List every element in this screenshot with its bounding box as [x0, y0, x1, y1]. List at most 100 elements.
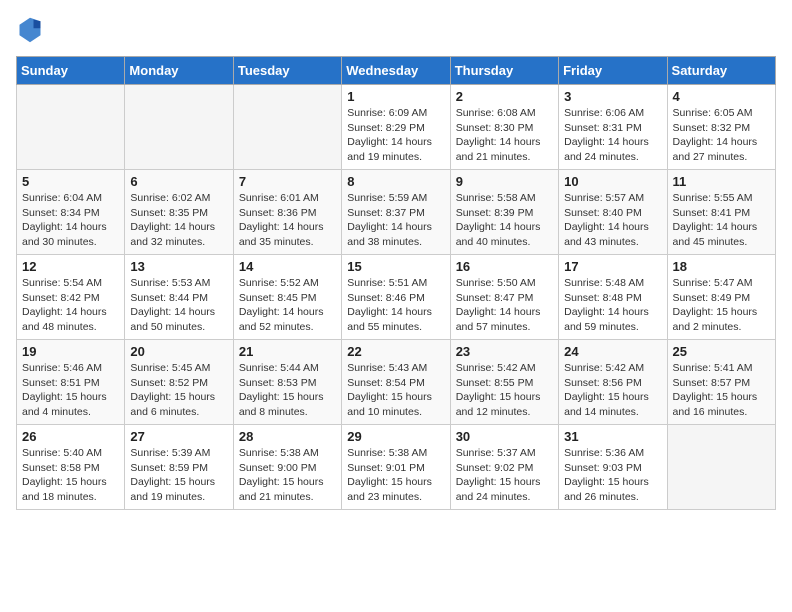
- day-header-monday: Monday: [125, 57, 233, 85]
- day-number: 15: [347, 259, 444, 274]
- day-info: Sunrise: 5:39 AMSunset: 8:59 PMDaylight:…: [130, 446, 227, 505]
- day-number: 17: [564, 259, 661, 274]
- day-cell: 11 Sunrise: 5:55 AMSunset: 8:41 PMDayligh…: [667, 170, 775, 255]
- day-cell: [233, 85, 341, 170]
- day-number: 21: [239, 344, 336, 359]
- day-info: Sunrise: 6:06 AMSunset: 8:31 PMDaylight:…: [564, 106, 661, 165]
- day-info: Sunrise: 5:43 AMSunset: 8:54 PMDaylight:…: [347, 361, 444, 420]
- day-info: Sunrise: 5:47 AMSunset: 8:49 PMDaylight:…: [673, 276, 770, 335]
- week-row-5: 26 Sunrise: 5:40 AMSunset: 8:58 PMDayligh…: [17, 425, 776, 510]
- week-row-3: 12 Sunrise: 5:54 AMSunset: 8:42 PMDayligh…: [17, 255, 776, 340]
- day-cell: 1 Sunrise: 6:09 AMSunset: 8:29 PMDaylight…: [342, 85, 450, 170]
- day-number: 16: [456, 259, 553, 274]
- day-cell: 13 Sunrise: 5:53 AMSunset: 8:44 PMDayligh…: [125, 255, 233, 340]
- day-cell: 6 Sunrise: 6:02 AMSunset: 8:35 PMDaylight…: [125, 170, 233, 255]
- day-number: 30: [456, 429, 553, 444]
- day-number: 31: [564, 429, 661, 444]
- day-cell: 7Sunrise: 6:01 AMSunset: 8:36 PMDaylight…: [233, 170, 341, 255]
- day-cell: 23 Sunrise: 5:42 AMSunset: 8:55 PMDayligh…: [450, 340, 558, 425]
- day-number: 10: [564, 174, 661, 189]
- day-cell: 25 Sunrise: 5:41 AMSunset: 8:57 PMDayligh…: [667, 340, 775, 425]
- day-cell: 29 Sunrise: 5:38 AMSunset: 9:01 PMDayligh…: [342, 425, 450, 510]
- day-info: Sunrise: 5:36 AMSunset: 9:03 PMDaylight:…: [564, 446, 661, 505]
- day-cell: 18 Sunrise: 5:47 AMSunset: 8:49 PMDayligh…: [667, 255, 775, 340]
- day-info: Sunrise: 5:57 AMSunset: 8:40 PMDaylight:…: [564, 191, 661, 250]
- day-number: 27: [130, 429, 227, 444]
- day-info: Sunrise: 5:46 AMSunset: 8:51 PMDaylight:…: [22, 361, 119, 420]
- day-cell: 2Sunrise: 6:08 AMSunset: 8:30 PMDaylight…: [450, 85, 558, 170]
- day-cell: 19 Sunrise: 5:46 AMSunset: 8:51 PMDayligh…: [17, 340, 125, 425]
- day-number: 28: [239, 429, 336, 444]
- day-number: 7: [239, 174, 336, 189]
- day-header-tuesday: Tuesday: [233, 57, 341, 85]
- day-cell: 12 Sunrise: 5:54 AMSunset: 8:42 PMDayligh…: [17, 255, 125, 340]
- day-number: 5: [22, 174, 119, 189]
- day-number: 23: [456, 344, 553, 359]
- day-number: 4: [673, 89, 770, 104]
- day-number: 6: [130, 174, 227, 189]
- page-header: [16, 16, 776, 44]
- day-header-sunday: Sunday: [17, 57, 125, 85]
- day-header-friday: Friday: [559, 57, 667, 85]
- day-number: 8: [347, 174, 444, 189]
- day-info: Sunrise: 5:40 AMSunset: 8:58 PMDaylight:…: [22, 446, 119, 505]
- day-info: Sunrise: 5:54 AMSunset: 8:42 PMDaylight:…: [22, 276, 119, 335]
- day-info: Sunrise: 5:45 AMSunset: 8:52 PMDaylight:…: [130, 361, 227, 420]
- calendar-table: SundayMondayTuesdayWednesdayThursdayFrid…: [16, 56, 776, 510]
- day-cell: [125, 85, 233, 170]
- day-info: Sunrise: 6:08 AMSunset: 8:30 PMDaylight:…: [456, 106, 553, 165]
- day-cell: 9 Sunrise: 5:58 AMSunset: 8:39 PMDaylight…: [450, 170, 558, 255]
- day-header-saturday: Saturday: [667, 57, 775, 85]
- day-number: 26: [22, 429, 119, 444]
- day-number: 18: [673, 259, 770, 274]
- day-cell: 28 Sunrise: 5:38 AMSunset: 9:00 PMDayligh…: [233, 425, 341, 510]
- day-info: Sunrise: 5:55 AMSunset: 8:41 PMDaylight:…: [673, 191, 770, 250]
- day-cell: 5 Sunrise: 6:04 AMSunset: 8:34 PMDaylight…: [17, 170, 125, 255]
- day-info: Sunrise: 5:51 AMSunset: 8:46 PMDaylight:…: [347, 276, 444, 335]
- day-info: Sunrise: 6:04 AMSunset: 8:34 PMDaylight:…: [22, 191, 119, 250]
- day-cell: 10 Sunrise: 5:57 AMSunset: 8:40 PMDayligh…: [559, 170, 667, 255]
- day-number: 13: [130, 259, 227, 274]
- day-cell: 22 Sunrise: 5:43 AMSunset: 8:54 PMDayligh…: [342, 340, 450, 425]
- day-cell: 26 Sunrise: 5:40 AMSunset: 8:58 PMDayligh…: [17, 425, 125, 510]
- day-number: 24: [564, 344, 661, 359]
- day-number: 22: [347, 344, 444, 359]
- day-info: Sunrise: 6:02 AMSunset: 8:35 PMDaylight:…: [130, 191, 227, 250]
- day-number: 19: [22, 344, 119, 359]
- day-cell: 14 Sunrise: 5:52 AMSunset: 8:45 PMDayligh…: [233, 255, 341, 340]
- day-number: 29: [347, 429, 444, 444]
- day-cell: 24 Sunrise: 5:42 AMSunset: 8:56 PMDayligh…: [559, 340, 667, 425]
- day-cell: 27 Sunrise: 5:39 AMSunset: 8:59 PMDayligh…: [125, 425, 233, 510]
- day-info: Sunrise: 6:05 AMSunset: 8:32 PMDaylight:…: [673, 106, 770, 165]
- day-number: 3: [564, 89, 661, 104]
- day-cell: [17, 85, 125, 170]
- day-number: 20: [130, 344, 227, 359]
- day-cell: 31 Sunrise: 5:36 AMSunset: 9:03 PMDayligh…: [559, 425, 667, 510]
- day-info: Sunrise: 5:42 AMSunset: 8:56 PMDaylight:…: [564, 361, 661, 420]
- logo: [16, 16, 46, 44]
- logo-icon: [16, 16, 44, 44]
- day-info: Sunrise: 5:41 AMSunset: 8:57 PMDaylight:…: [673, 361, 770, 420]
- day-info: Sunrise: 5:38 AMSunset: 9:00 PMDaylight:…: [239, 446, 336, 505]
- day-info: Sunrise: 6:09 AMSunset: 8:29 PMDaylight:…: [347, 106, 444, 165]
- day-info: Sunrise: 5:48 AMSunset: 8:48 PMDaylight:…: [564, 276, 661, 335]
- day-cell: 16 Sunrise: 5:50 AMSunset: 8:47 PMDayligh…: [450, 255, 558, 340]
- day-cell: 8 Sunrise: 5:59 AMSunset: 8:37 PMDaylight…: [342, 170, 450, 255]
- day-number: 25: [673, 344, 770, 359]
- day-info: Sunrise: 5:50 AMSunset: 8:47 PMDaylight:…: [456, 276, 553, 335]
- day-info: Sunrise: 5:52 AMSunset: 8:45 PMDaylight:…: [239, 276, 336, 335]
- day-number: 11: [673, 174, 770, 189]
- day-number: 12: [22, 259, 119, 274]
- day-info: Sunrise: 5:42 AMSunset: 8:55 PMDaylight:…: [456, 361, 553, 420]
- day-cell: 15 Sunrise: 5:51 AMSunset: 8:46 PMDayligh…: [342, 255, 450, 340]
- day-number: 9: [456, 174, 553, 189]
- day-cell: [667, 425, 775, 510]
- day-info: Sunrise: 5:38 AMSunset: 9:01 PMDaylight:…: [347, 446, 444, 505]
- day-info: Sunrise: 5:58 AMSunset: 8:39 PMDaylight:…: [456, 191, 553, 250]
- day-number: 1: [347, 89, 444, 104]
- day-number: 14: [239, 259, 336, 274]
- day-info: Sunrise: 5:59 AMSunset: 8:37 PMDaylight:…: [347, 191, 444, 250]
- week-row-4: 19 Sunrise: 5:46 AMSunset: 8:51 PMDayligh…: [17, 340, 776, 425]
- day-info: Sunrise: 5:53 AMSunset: 8:44 PMDaylight:…: [130, 276, 227, 335]
- day-cell: 3 Sunrise: 6:06 AMSunset: 8:31 PMDaylight…: [559, 85, 667, 170]
